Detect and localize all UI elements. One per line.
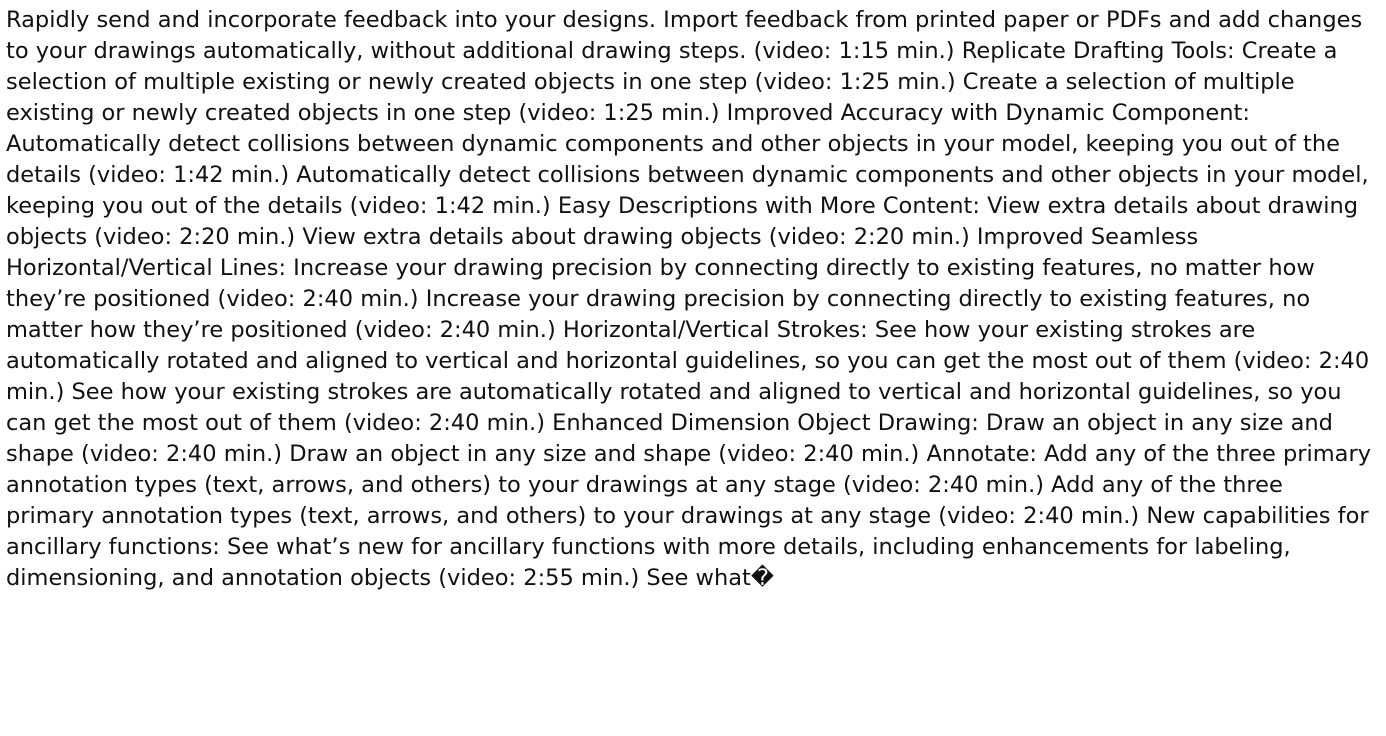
document-page: Rapidly send and incorporate feedback in… (0, 0, 1386, 736)
body-paragraph: Rapidly send and incorporate feedback in… (6, 7, 1372, 591)
